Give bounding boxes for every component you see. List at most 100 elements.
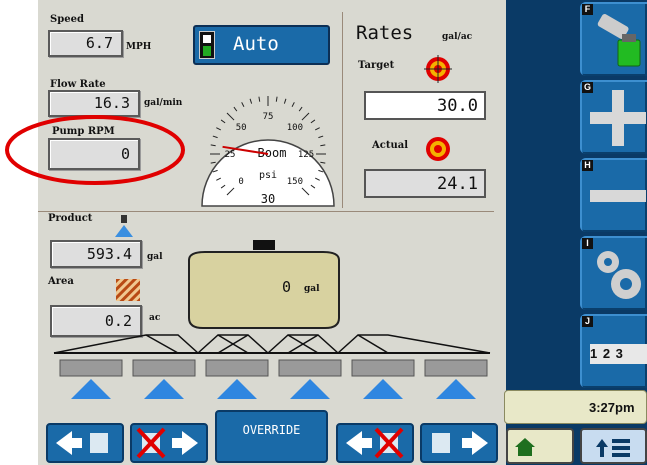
gauge-tick: [310, 119, 316, 124]
gauge-value: 30: [261, 192, 275, 206]
target-icon: [424, 55, 452, 83]
flow-rate-label: Flow Rate: [50, 79, 106, 90]
override-label: OVERRIDE: [242, 423, 301, 437]
switch-icon: [199, 31, 215, 59]
spray-pattern: [363, 379, 403, 399]
numpad-icon: 1 2 3: [590, 344, 647, 364]
area-label: Area: [48, 276, 74, 287]
spray-pattern: [217, 379, 257, 399]
gauge-tick: [291, 102, 295, 108]
tank-unit: gal: [304, 284, 320, 294]
gauge-tick: [320, 144, 326, 147]
override-button[interactable]: OVERRIDE: [215, 410, 328, 463]
area-icon: [116, 279, 140, 301]
gauge-tick-label: 25: [225, 150, 236, 160]
valve-icon: [597, 14, 641, 67]
softkey-f-label: F: [582, 4, 593, 15]
target-label: Target: [358, 60, 395, 71]
boom-left-on-button[interactable]: [46, 423, 124, 463]
softkey-f[interactable]: F: [580, 2, 647, 76]
gauge-tick-label: 100: [287, 123, 303, 133]
arrow-left-nozzle-icon: [56, 431, 108, 455]
minus-icon: [590, 190, 646, 202]
gears-icon: [597, 251, 641, 299]
softkey-j-label: J: [582, 316, 593, 327]
nozzle-off-arrow-right-icon: [136, 427, 198, 459]
boom-section: [205, 359, 269, 377]
auto-label: Auto: [233, 33, 279, 55]
boom-section: [59, 359, 123, 377]
home-icon: [515, 438, 535, 456]
boom-section: [351, 359, 415, 377]
boom-section: [424, 359, 488, 377]
plus-icon: [590, 90, 646, 146]
clock-display: 3:27pm: [504, 390, 647, 424]
gauge-tick: [275, 96, 278, 102]
speed-field[interactable]: 6.7: [48, 30, 123, 57]
gauge-tick: [258, 96, 261, 102]
rates-title: Rates: [356, 22, 414, 44]
gauge-tick: [241, 102, 245, 108]
tank-graphic: [188, 240, 340, 329]
gauge-tick-label: 75: [263, 112, 274, 122]
boom-left-off-button[interactable]: [130, 423, 208, 463]
product-label: Product: [48, 213, 93, 224]
gauge-tick: [216, 127, 222, 131]
gauge-tick: [283, 98, 287, 104]
softkey-g-increase[interactable]: G: [580, 80, 647, 154]
gauge-tick: [249, 98, 253, 104]
gauge-psi-label: psi: [259, 170, 277, 181]
nozzle-icon: [115, 215, 133, 237]
gauge-tick: [210, 144, 216, 147]
boom-right-on-button[interactable]: [420, 423, 498, 463]
arrow-left-nozzle-off-icon: [346, 427, 404, 459]
gauge-tick: [298, 106, 303, 112]
product-field[interactable]: 593.4: [50, 240, 142, 268]
divider-horizontal: [38, 211, 494, 212]
gauge-tick: [320, 161, 326, 164]
highlight-ellipse: [5, 115, 185, 185]
speed-unit: MPH: [126, 42, 152, 52]
gauge-tick: [318, 135, 324, 139]
flow-rate-unit: gal/min: [144, 98, 183, 108]
gauge-tick: [301, 112, 310, 121]
right-panel-blank: [510, 0, 578, 385]
clock-time: 3:27pm: [589, 400, 635, 415]
boom-right-off-button[interactable]: [336, 423, 414, 463]
pressure-gauge: 0255075100125150 Boom psi 30: [201, 96, 335, 207]
actual-label: Actual: [372, 140, 409, 151]
gauge-tick-label: 50: [236, 123, 247, 133]
spray-pattern: [71, 379, 111, 399]
menu-button[interactable]: [580, 428, 647, 464]
gauge-tick-label: 125: [298, 150, 314, 160]
target-rate-field[interactable]: 30.0: [364, 91, 486, 120]
softkey-i-settings[interactable]: I: [580, 236, 647, 310]
spray-pattern: [290, 379, 330, 399]
gauge-tick: [233, 106, 238, 112]
boom-structure: [53, 334, 491, 399]
actual-icon: [426, 137, 450, 161]
rates-unit: gal/ac: [442, 32, 473, 42]
gauge-tick: [212, 135, 218, 139]
menu-list-icon: [596, 439, 630, 457]
spray-pattern: [144, 379, 184, 399]
auto-mode-button[interactable]: Auto: [193, 25, 330, 65]
softkey-j-numpad[interactable]: J 1 2 3: [580, 314, 647, 388]
actual-rate-field[interactable]: 24.1: [364, 169, 486, 198]
softkey-h-decrease[interactable]: H: [580, 158, 647, 232]
speed-label: Speed: [50, 14, 84, 25]
boom-section: [278, 359, 342, 377]
gauge-tick: [226, 112, 235, 121]
divider-vertical: [342, 12, 343, 208]
boom-section: [132, 359, 196, 377]
gauge-tick-label: 0: [238, 177, 243, 187]
area-unit: ac: [149, 313, 161, 323]
tank-value: 0: [282, 278, 292, 296]
gauge-tick-label: 150: [287, 177, 303, 187]
gauge-tick: [220, 119, 226, 124]
home-button[interactable]: [506, 428, 574, 464]
product-unit: gal: [147, 252, 163, 262]
gauge-tick: [210, 161, 216, 164]
nozzle-arrow-right-icon: [432, 431, 488, 455]
gauge-tick: [314, 127, 320, 131]
